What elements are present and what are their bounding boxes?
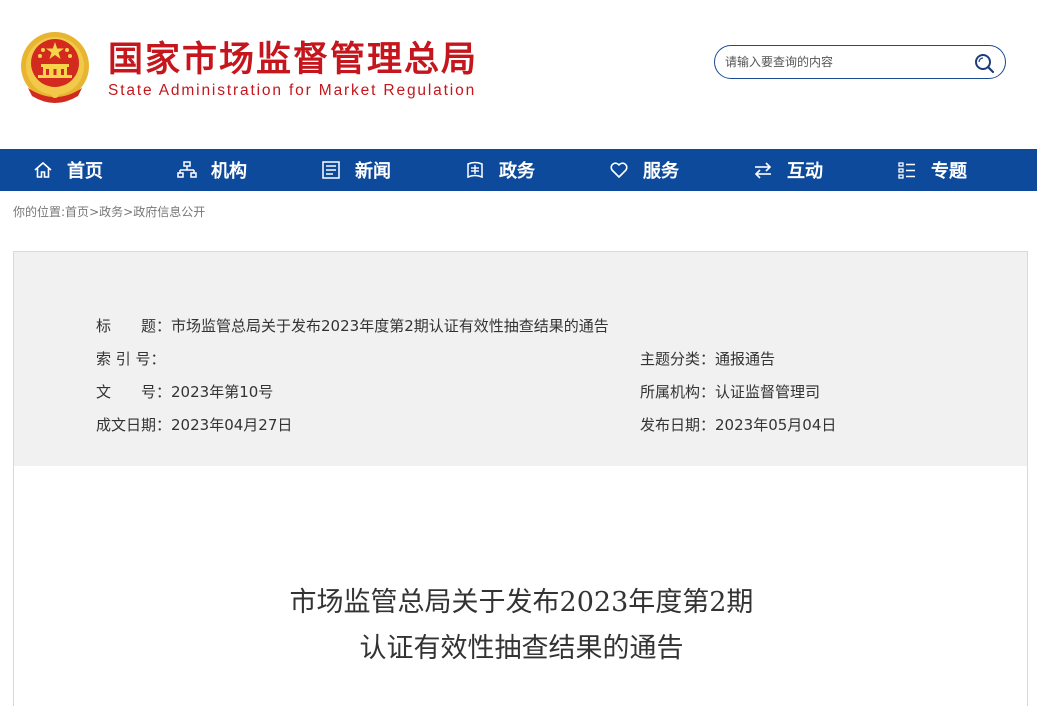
org-icon [177,161,197,178]
nav-label-news: 新闻 [355,161,391,182]
article-title-line-1: 市场监管总局关于发布2023年度第2期 [289,587,754,618]
nav-item-news[interactable]: 新闻 [321,149,391,191]
info-docno-label: 文 号： [96,383,172,401]
nav-label-services: 服务 [643,161,679,182]
info-publish-row: 发布日期：2023年05月04日 [640,415,836,435]
search-icon[interactable] [973,52,995,74]
info-agency-value: 认证监督管理司 [715,383,821,401]
info-date-written-row: 成文日期：2023年04月27日 [96,415,292,435]
info-title-row: 标 题：市场监管总局关于发布2023年度第2期认证有效性抽查结果的通告 [96,316,609,336]
nav-label-interaction: 互动 [787,161,823,182]
info-category-value: 通报通告 [715,350,776,368]
nav-item-services[interactable]: 服务 [609,149,679,191]
info-docno-row: 文 号：2023年第10号 [96,382,273,402]
info-title-value: 市场监管总局关于发布2023年度第2期认证有效性抽查结果的通告 [171,317,609,335]
exchange-icon [754,162,772,179]
main-nav: 首页 机构 新闻 政务 服务 互动 专题 [0,149,1037,191]
breadcrumb: 你的位置:首页>政务>政府信息公开 [13,203,205,220]
article-body: 市场监管总局关于发布2023年度第2期 认证有效性抽查结果的通告 [13,466,1028,706]
heart-icon [610,162,628,178]
nav-item-organization[interactable]: 机构 [177,149,247,191]
nav-label-home: 首页 [67,161,103,182]
breadcrumb-link-gov-info[interactable]: 政府信息公开 [133,205,205,219]
site-title-english[interactable]: State Administration for Market Regulati… [108,82,476,100]
affairs-icon [467,161,483,179]
national-emblem-icon[interactable] [18,30,92,106]
breadcrumb-separator: > [89,205,100,219]
nav-item-affairs[interactable]: 政务 [465,149,535,191]
search-box [714,45,1006,79]
home-icon [34,161,52,178]
nav-label-topics: 专题 [931,161,967,182]
info-docno-value: 2023年第10号 [171,383,274,401]
info-category-row: 主题分类：通报通告 [640,349,775,369]
breadcrumb-link-home[interactable]: 首页 [65,205,89,219]
info-index-label: 索 引 号： [96,350,166,368]
nav-item-topics[interactable]: 专题 [897,149,967,191]
info-agency-row: 所属机构：认证监督管理司 [640,382,820,402]
article-title-line-2: 认证有效性抽查结果的通告 [359,633,684,664]
nav-item-interaction[interactable]: 互动 [753,149,823,191]
document-info-panel: 标 题：市场监管总局关于发布2023年度第2期认证有效性抽查结果的通告 索 引 … [13,251,1028,467]
site-title-chinese[interactable]: 国家市场监督管理总局 [108,40,478,80]
nav-item-home[interactable]: 首页 [33,149,103,191]
news-icon [322,161,340,179]
info-date-written-value: 2023年04月27日 [171,416,293,434]
topic-icon [898,162,915,179]
site-header: 国家市场监督管理总局 State Administration for Mark… [0,0,1037,149]
search-input[interactable] [725,52,965,72]
info-publish-value: 2023年05月04日 [715,416,837,434]
breadcrumb-separator: > [123,205,134,219]
nav-label-organization: 机构 [211,161,247,182]
info-date-written-label: 成文日期： [96,416,172,434]
nav-label-affairs: 政务 [499,161,535,182]
breadcrumb-prefix: 你的位置: [13,205,66,219]
info-title-label: 标 题： [96,317,172,335]
breadcrumb-link-affairs[interactable]: 政务 [99,205,123,219]
info-category-label: 主题分类： [640,350,716,368]
info-agency-label: 所属机构： [640,383,716,401]
info-publish-label: 发布日期： [640,416,716,434]
info-index-row: 索 引 号： [96,349,166,369]
